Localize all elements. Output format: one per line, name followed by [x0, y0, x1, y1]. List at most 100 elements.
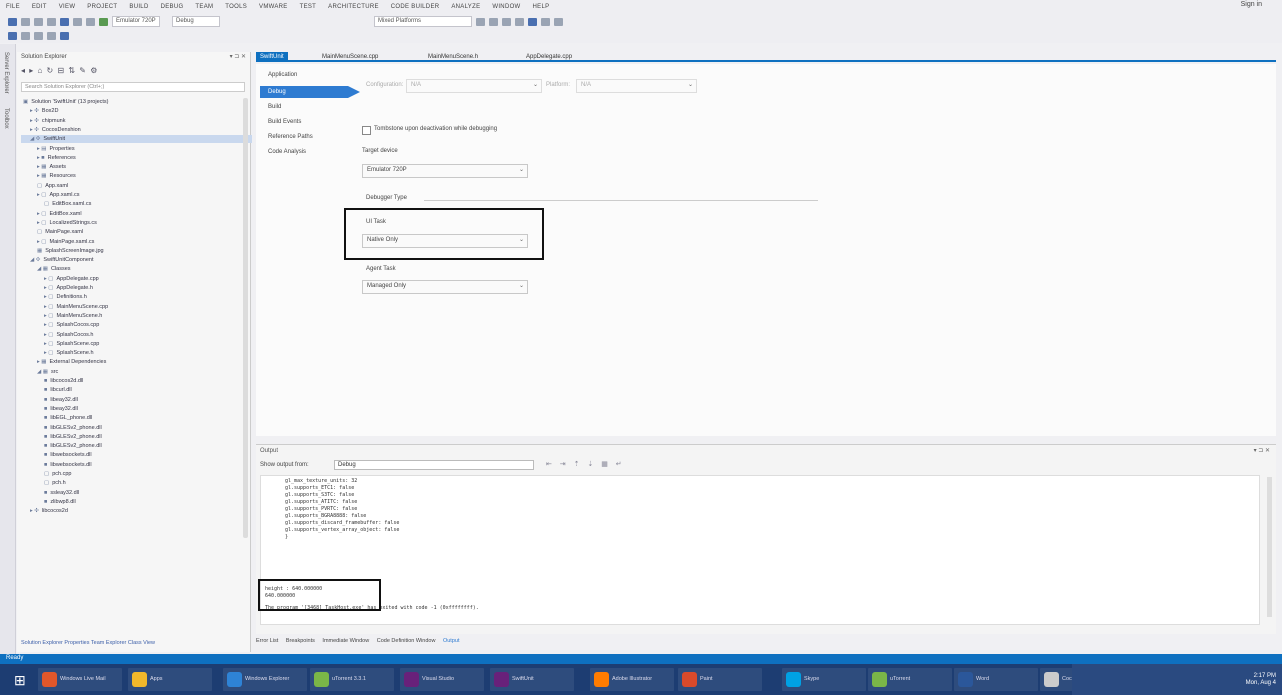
tab-breakpoints[interactable]: Breakpoints: [286, 638, 315, 644]
undo-icon[interactable]: [73, 17, 82, 26]
toolbox-tab[interactable]: Toolbox: [3, 108, 9, 129]
nav-reference-paths[interactable]: Reference Paths: [268, 134, 313, 140]
tree-item[interactable]: ▢ MainPage.xaml: [37, 228, 83, 236]
tree-item[interactable]: ▸ ▢ MainMenuScene.h: [44, 312, 102, 320]
taskbar-item[interactable]: Skype: [782, 668, 866, 691]
tree-item[interactable]: ■ libwebsockets.dll: [44, 461, 92, 469]
menu-test[interactable]: TEST: [294, 4, 323, 10]
nav-build-events[interactable]: Build Events: [268, 119, 301, 125]
taskbar-item[interactable]: Paint: [678, 668, 762, 691]
tree-item[interactable]: ▦ SplashScreenImage.jpg: [37, 247, 104, 255]
tree-item[interactable]: ▢ pch.cpp: [44, 470, 71, 478]
tree-item[interactable]: ▸ ▦ Resources: [37, 172, 76, 180]
bookmark-icon[interactable]: [528, 17, 537, 26]
find-icon[interactable]: [476, 17, 485, 26]
output-toolbar-icons[interactable]: ⇤ ⇥ ⇡ ⇣ ▦ ↵: [546, 460, 625, 468]
tree-item[interactable]: ▸ ▢ EditBox.xaml: [37, 210, 82, 218]
outdent-icon[interactable]: [47, 32, 56, 40]
tab-output[interactable]: Output: [443, 638, 460, 644]
tree-item[interactable]: ■ libeay32.dll: [44, 396, 78, 404]
forward-icon[interactable]: [21, 17, 30, 26]
tree-item[interactable]: ▸ ▢ SplashCocos.h: [44, 331, 94, 339]
server-explorer-tab[interactable]: Server Explorer: [3, 52, 9, 94]
tree-item[interactable]: ▢ pch.h: [44, 479, 66, 487]
tombstone-checkbox[interactable]: [362, 126, 371, 135]
run-target-combo[interactable]: Emulator 720P: [112, 16, 160, 27]
menu-edit[interactable]: EDIT: [26, 4, 53, 10]
taskbar-item[interactable]: SwiftUnit: [490, 668, 574, 691]
tree-item[interactable]: ■ libcocos2d.dll: [44, 377, 83, 385]
sign-in-link[interactable]: Sign in: [1241, 1, 1262, 8]
comment-icon[interactable]: [541, 17, 550, 26]
tree-item[interactable]: ■ libcurl.dll: [44, 386, 72, 394]
tree-item[interactable]: ▸ ▢ SplashScene.h: [44, 349, 94, 357]
menu-help[interactable]: HELP: [527, 4, 556, 10]
window-layout-icon[interactable]: [8, 32, 17, 40]
tab-immediate-window[interactable]: Immediate Window: [322, 638, 369, 644]
menu-vmware[interactable]: VMWARE: [253, 4, 294, 10]
menu-build[interactable]: BUILD: [123, 4, 154, 10]
tree-item[interactable]: ■ libGLESv2_phone.dll: [44, 424, 102, 432]
taskbar-item[interactable]: Visual Studio: [400, 668, 484, 691]
tree-item[interactable]: ◢ ▦ src: [37, 368, 58, 376]
tree-item[interactable]: ■ libGLESv2_phone.dll: [44, 442, 102, 450]
tree-item[interactable]: ▸ ▢ SplashCocos.cpp: [44, 321, 99, 329]
format-icon[interactable]: [60, 32, 69, 40]
taskbar-item[interactable]: uTorrent 3.3.1: [310, 668, 394, 691]
nav-application[interactable]: Application: [268, 72, 297, 78]
tree-item[interactable]: ▸ ▢ LocalizedStrings.cs: [37, 219, 97, 227]
tree-item[interactable]: ■ libGLESv2_phone.dll: [44, 433, 102, 441]
tree-item[interactable]: ▸ ▢ AppDelegate.h: [44, 284, 93, 292]
tree-item[interactable]: ◢ ✣ SwiftUnitComponent: [30, 256, 94, 264]
tree-item[interactable]: ▸ ▢ App.xaml.cs: [37, 191, 79, 199]
tree-item[interactable]: ■ libEGL_phone.dll: [44, 414, 92, 422]
taskbar-item[interactable]: Apps: [128, 668, 212, 691]
tree-item[interactable]: ▸ ▢ MainMenuScene.cpp: [44, 303, 108, 311]
menu-tools[interactable]: TOOLS: [219, 4, 253, 10]
taskbar-item[interactable]: Windows Explorer: [223, 668, 307, 691]
tree-item[interactable]: ▢ App.xaml: [37, 182, 68, 190]
solution-explorer-bottom-tabs[interactable]: Solution Explorer Properties Team Explor…: [17, 638, 251, 648]
attach-icon[interactable]: [489, 17, 498, 26]
tab-appdelegate-cpp[interactable]: AppDelegate.cpp: [522, 52, 576, 62]
open-file-icon[interactable]: [47, 17, 56, 26]
tree-item[interactable]: ▸ ✣ CocosDenshion: [30, 126, 81, 134]
taskbar-item[interactable]: Windows Live Mail: [38, 668, 122, 691]
menu-architecture[interactable]: ARCHITECTURE: [322, 4, 385, 10]
menu-team[interactable]: TEAM: [189, 4, 219, 10]
clock[interactable]: 2:17 PM Mon, Aug 4: [1246, 673, 1276, 687]
indent-icon[interactable]: [34, 32, 43, 40]
platform-combo[interactable]: Mixed Platforms: [374, 16, 472, 27]
tree-item[interactable]: ▸ ✣ chipmunk: [30, 117, 65, 125]
solution-search-input[interactable]: Search Solution Explorer (Ctrl+;): [21, 82, 245, 92]
menu-analyze[interactable]: ANALYZE: [445, 4, 486, 10]
redo-icon[interactable]: [86, 17, 95, 26]
tree-item[interactable]: ▸ ▦ External Dependencies: [37, 358, 106, 366]
menu-code-builder[interactable]: CODE BUILDER: [385, 4, 446, 10]
tab-mainmenuscene-cpp[interactable]: MainMenuScene.cpp: [318, 52, 382, 62]
tree-item[interactable]: ▸ ■ References: [37, 154, 76, 162]
tree-item[interactable]: ▢ EditBox.xaml.cs: [44, 200, 91, 208]
tree-item[interactable]: ▸ ▤ Properties: [37, 145, 75, 153]
agent-task-dropdown[interactable]: Managed Only ⌄: [362, 280, 528, 294]
tree-item[interactable]: ▸ ▢ AppDelegate.cpp: [44, 275, 99, 283]
tree-item[interactable]: ▣ Solution 'SwiftUnit' (13 projects): [23, 98, 109, 106]
tree-item[interactable]: ▸ ▢ Definitions.h: [44, 293, 87, 301]
start-debug-icon[interactable]: [99, 17, 108, 26]
uncomment-icon[interactable]: [554, 17, 563, 26]
new-project-icon[interactable]: [34, 17, 43, 26]
solution-explorer-toolbar[interactable]: ◂ ▸ ⌂ ↻ ⊟ ⇅ ✎ ⚙: [21, 66, 98, 75]
taskbar-item[interactable]: uTorrent: [868, 668, 952, 691]
menu-window[interactable]: WINDOW: [486, 4, 526, 10]
tree-item[interactable]: ▸ ▦ Assets: [37, 163, 66, 171]
step-into-icon[interactable]: [515, 17, 524, 26]
solution-explorer-scrollbar[interactable]: [243, 98, 248, 538]
nav-debug[interactable]: Debug: [260, 86, 360, 98]
output-scrollbar[interactable]: [1267, 477, 1272, 617]
taskbar-item[interactable]: Word: [954, 668, 1038, 691]
output-source-dropdown[interactable]: Debug: [334, 460, 534, 470]
tab-mainmenuscene-h[interactable]: MainMenuScene.h: [424, 52, 482, 62]
tree-item[interactable]: ■ zlibwp8.dll: [44, 498, 76, 506]
save-icon[interactable]: [60, 17, 69, 26]
tree-item[interactable]: ◢ ✣ SwiftUnit: [21, 135, 252, 144]
